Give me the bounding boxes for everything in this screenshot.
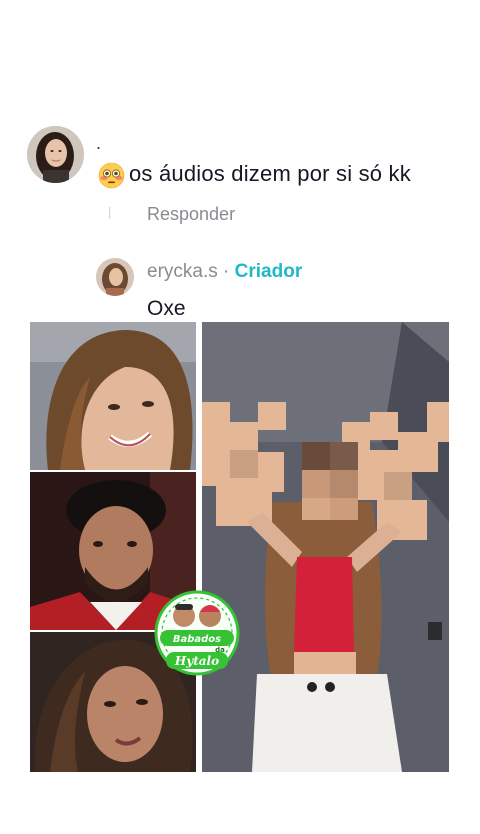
reply-header: erycka.s · Criador bbox=[147, 261, 302, 283]
commenter-username[interactable]: . bbox=[96, 134, 101, 152]
reply-line-icon bbox=[102, 205, 118, 221]
svg-text:Babados: Babados bbox=[173, 634, 221, 645]
flushed-face-icon bbox=[98, 162, 125, 189]
babados-da-hytalo-logo: Babados da Hytalo bbox=[154, 590, 240, 676]
creator-username[interactable]: erycka.s bbox=[147, 261, 218, 282]
pixelated-dancing-woman-photo bbox=[202, 322, 449, 772]
svg-text:Hytalo: Hytalo bbox=[174, 654, 219, 668]
reply-text: Oxe bbox=[147, 297, 186, 320]
comment-text: os áudios dizem por si só kk bbox=[129, 161, 411, 186]
separator-dot: · bbox=[217, 261, 235, 282]
reply-button[interactable]: Responder bbox=[147, 204, 235, 225]
creator-avatar[interactable] bbox=[96, 258, 134, 296]
creator-badge: Criador bbox=[234, 261, 303, 282]
comment-thread: . os áudios dizem por si só kk Responder… bbox=[0, 0, 480, 834]
woman-smiling-photo bbox=[30, 322, 196, 470]
reply-image[interactable]: Babados da Hytalo bbox=[30, 322, 449, 772]
commenter-avatar[interactable] bbox=[27, 126, 84, 183]
